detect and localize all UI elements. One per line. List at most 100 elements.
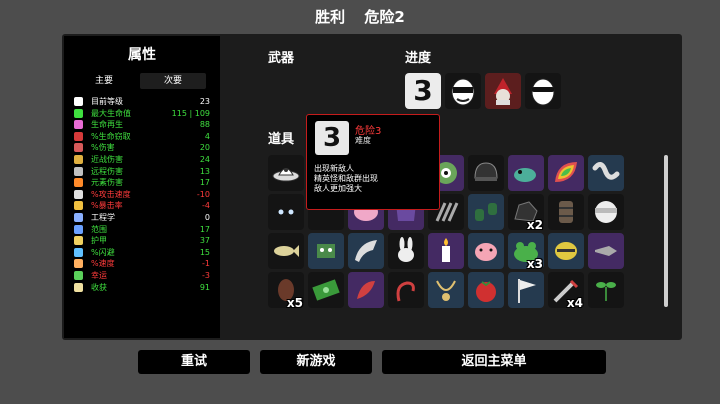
stat-value: 17 (199, 178, 210, 188)
danger-3-icon: 3 (315, 121, 349, 155)
sprout-icon (596, 282, 616, 301)
fish-slot[interactable] (268, 233, 304, 269)
bandage-icon (595, 201, 617, 223)
red-wizard-slot[interactable] (485, 73, 521, 109)
stat-row: %暴击率 -4 (74, 200, 210, 211)
item-count-badge: x4 (566, 296, 583, 310)
stat-value: 4 (204, 131, 210, 141)
stat-name: 收获 (91, 282, 107, 292)
piggy-bank-slot[interactable] (468, 233, 504, 269)
rainbow-leaf-slot[interactable] (548, 155, 584, 191)
stat-value: -3 (202, 271, 210, 280)
stat-value: 17 (199, 224, 210, 234)
stats-title: 属性 (128, 47, 156, 63)
fish-icon (274, 245, 299, 257)
new-game-button[interactable]: 新游戏 (260, 350, 372, 374)
necklace-icon (436, 280, 456, 301)
melee-icon (74, 155, 83, 164)
sunglasses-egg-icon (531, 78, 555, 106)
tomato-slot[interactable] (468, 272, 504, 308)
frog-slot[interactable]: x3 (508, 233, 544, 271)
stat-row: 生命再生 88 (74, 119, 210, 130)
tab-primary-stats[interactable]: 主要 (70, 73, 138, 89)
stat-name: 元素伤害 (91, 178, 123, 188)
luck-icon (74, 271, 83, 280)
lifesteal-icon (74, 131, 83, 141)
run-result-title: 胜利 危险2 (0, 6, 720, 27)
stat-name: 最大生命值 (91, 108, 131, 118)
stat-value: 24 (199, 155, 210, 164)
lizard-icon (514, 168, 536, 182)
barrel-slot[interactable] (548, 194, 584, 230)
horn-slot[interactable] (348, 233, 384, 269)
tail-icon (396, 281, 415, 302)
danger-3-slot[interactable]: 3 (405, 73, 441, 109)
sprout-slot[interactable] (588, 272, 624, 308)
stat-row: %攻击速度 -10 (74, 189, 210, 200)
flag-icon (518, 279, 536, 303)
horn-icon (355, 240, 377, 262)
attack-speed-icon (74, 189, 83, 199)
drill-icon (595, 246, 617, 256)
barrel-icon (559, 201, 573, 223)
stat-name: %闪避 (91, 247, 115, 257)
stat-name: %速度 (91, 259, 115, 269)
necklace-slot[interactable] (428, 272, 464, 308)
tooltip-line: 敌人更加强大 (314, 184, 362, 193)
stat-value: 15 (199, 247, 210, 257)
shadow-eyes-icon (278, 209, 294, 215)
syringe-slot[interactable]: x4 (548, 272, 584, 310)
item-scrollbar[interactable] (664, 155, 668, 307)
speed-icon (74, 259, 83, 269)
stat-name: 近战伤害 (91, 155, 123, 164)
bunny-slot[interactable] (388, 233, 424, 269)
rainbow-leaf-icon (555, 162, 577, 182)
retry-button[interactable]: 重试 (138, 350, 250, 374)
armor-icon (74, 236, 83, 246)
tab-secondary-stats[interactable]: 次要 (140, 73, 206, 89)
damage-icon (74, 143, 83, 153)
masked-egg-slot[interactable] (445, 73, 481, 109)
helmet-slot[interactable] (468, 155, 504, 191)
binoculars-slot[interactable] (468, 194, 504, 230)
robot-slot[interactable] (308, 233, 344, 269)
helmet-icon (474, 162, 498, 181)
level-icon (74, 97, 83, 106)
danger-tooltip: 3 危险3 难度 出现新敌人 精英怪和敌群出现 敌人更加强大 (306, 114, 440, 210)
stat-row: 目前等级 23 (74, 96, 210, 107)
danger-label: 危险2 (364, 8, 405, 26)
stat-row: 护甲 37 (74, 235, 210, 246)
scroll-slot[interactable] (348, 272, 384, 308)
stat-name: 目前等级 (91, 97, 123, 106)
candle-slot[interactable] (428, 233, 464, 269)
drill-slot[interactable] (588, 233, 624, 269)
stat-name: 工程学 (91, 213, 115, 222)
sunglasses-egg-slot[interactable] (525, 73, 561, 109)
ufo-slot[interactable] (268, 155, 304, 191)
stat-row: 远程伤害 13 (74, 166, 210, 177)
range-icon (74, 224, 83, 234)
scroll-icon (357, 281, 375, 299)
main-menu-button[interactable]: 返回主菜单 (382, 350, 606, 374)
stat-value: -10 (196, 189, 210, 199)
tail-slot[interactable] (388, 272, 424, 308)
cash-slot[interactable] (308, 272, 344, 308)
worm-slot[interactable] (588, 155, 624, 191)
leaf-bug-slot[interactable]: x5 (268, 272, 304, 310)
stat-value: 88 (199, 120, 210, 130)
stat-name: %攻击速度 (91, 189, 131, 199)
bandage-slot[interactable] (588, 194, 624, 230)
flag-slot[interactable] (508, 272, 544, 308)
stat-value: 37 (199, 236, 210, 246)
rock-slot[interactable]: x2 (508, 194, 544, 232)
elemental-icon (74, 178, 83, 188)
stat-row: 最大生命值 115 | 109 (74, 108, 210, 119)
ranged-icon (74, 166, 83, 176)
lemon-slot[interactable] (548, 233, 584, 269)
shadow-eyes-slot[interactable] (268, 194, 304, 230)
lizard-slot[interactable] (508, 155, 544, 191)
crit-icon (74, 201, 83, 211)
stats-panel: 属性 主要 次要 目前等级 23 最大生命值 115 | 109 生命再生 88 %生命窃取… (64, 36, 220, 338)
lemon-icon (555, 242, 577, 260)
stat-row: 近战伤害 24 (74, 154, 210, 165)
